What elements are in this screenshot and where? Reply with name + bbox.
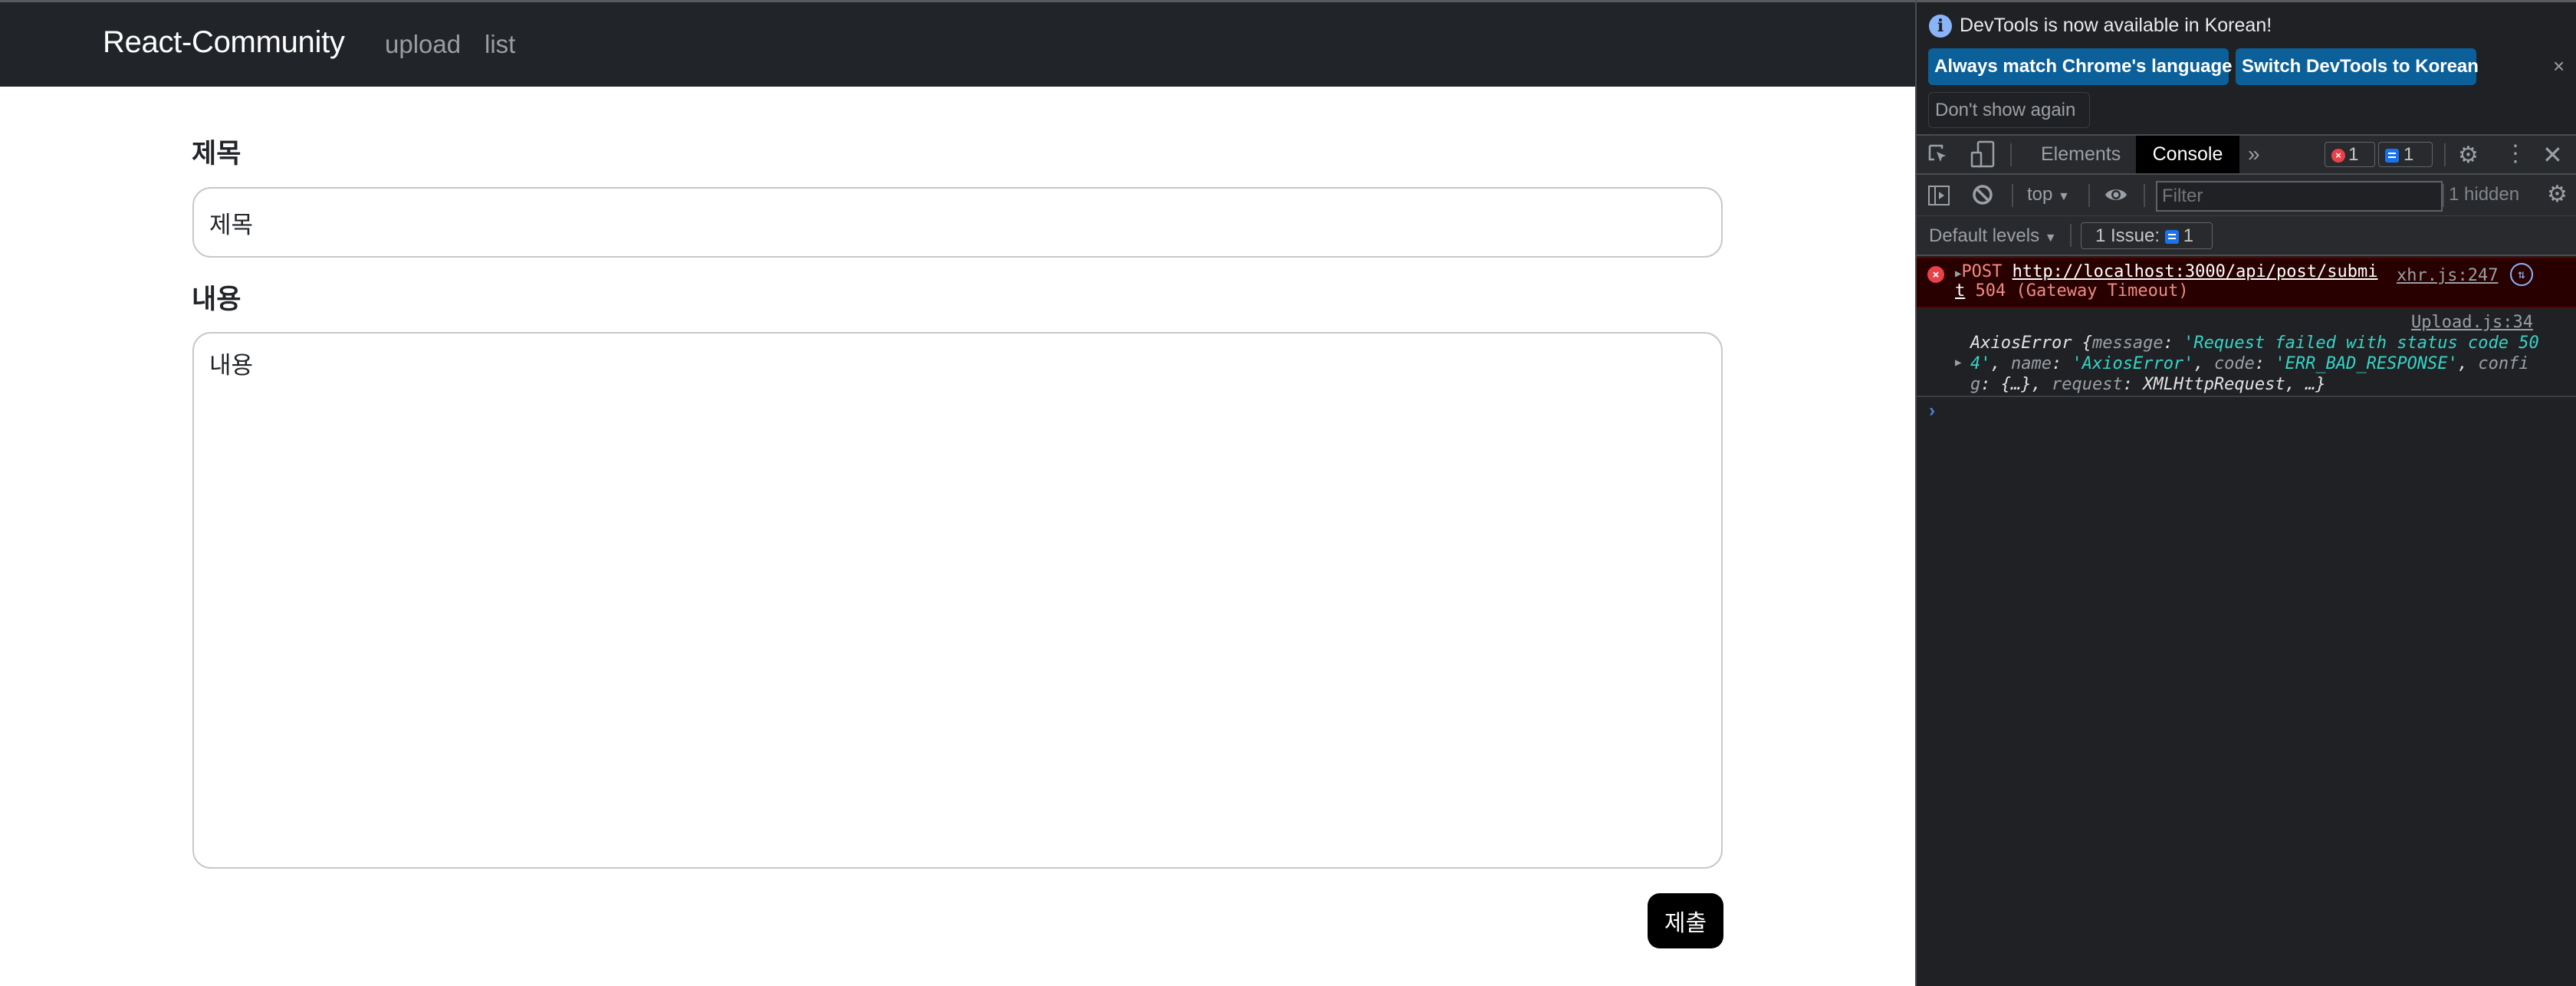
error-status: 504 (Gateway Timeout) — [1975, 281, 2189, 301]
info-icon: i — [1929, 15, 1952, 38]
error-count-badge[interactable]: × 1 — [2325, 142, 2375, 167]
prop-value: 'Request failed with status code 50 — [2183, 334, 2539, 353]
prop-value: 4' — [1970, 354, 1991, 373]
settings-gear-icon[interactable]: ⚙ — [2458, 142, 2479, 169]
log-line-1: AxiosError {message: 'Request failed wit… — [1970, 334, 2539, 353]
title-input[interactable] — [192, 187, 1723, 258]
log-line-2: 4', name: 'AxiosError', code: 'ERR_BAD_R… — [1970, 354, 2529, 373]
close-icon[interactable]: × — [2553, 54, 2564, 78]
console-toolbar: top ▼ 1 hidden ⚙ — [1917, 175, 2576, 216]
toolbar-divider — [2010, 143, 2012, 166]
more-tabs-icon[interactable]: » — [2248, 142, 2260, 166]
prop-key: code — [2213, 354, 2255, 373]
tab-console[interactable]: Console — [2136, 136, 2239, 173]
close-devtools-icon[interactable]: ✕ — [2542, 140, 2563, 169]
inspect-element-icon[interactable] — [1927, 143, 1950, 166]
message-count: 1 — [2404, 144, 2414, 165]
live-expression-eye-icon[interactable] — [2104, 186, 2128, 204]
devtools-tab-bar: Elements Console » × 1 1 ⚙ ⋮ ✕ — [1917, 134, 2576, 175]
dont-show-again-button[interactable]: Don't show again — [1928, 92, 2090, 128]
prop-value: 'ERR_BAD_RESPONSE' — [2275, 354, 2458, 373]
prop-value: XMLHttpRequest — [2143, 375, 2285, 394]
filter-input[interactable] — [2156, 181, 2443, 212]
prop-value: {…} — [2000, 375, 2032, 394]
navbar-brand[interactable]: React-Community — [103, 25, 345, 60]
expand-triangle-icon[interactable]: ▶ — [1955, 357, 1961, 369]
issue-icon — [2164, 229, 2179, 244]
nav-link-list[interactable]: list — [485, 30, 515, 59]
content-label: 내용 — [192, 284, 242, 314]
message-icon — [2385, 148, 2399, 163]
tab-elements[interactable]: Elements — [2024, 136, 2137, 173]
device-toolbar-icon[interactable] — [1970, 140, 1995, 169]
prop-key: g — [1970, 375, 1981, 394]
http-method: POST — [1961, 262, 2003, 281]
request-url-link[interactable]: http://localhost:3000/api/post/submi — [2013, 262, 2378, 281]
prop-key: request — [2052, 375, 2123, 394]
dropdown-arrow-icon: ▼ — [2044, 232, 2057, 245]
toolbar-divider — [2088, 184, 2090, 207]
error-icon: × — [2331, 148, 2345, 163]
switch-to-korean-button[interactable]: Switch DevTools to Korean — [2236, 48, 2479, 85]
log-line-3: g: {…}, request: XMLHttpRequest, …} — [1970, 375, 2326, 394]
toolbar-divider — [2012, 184, 2013, 207]
network-request-icon[interactable]: ⇅ — [2510, 263, 2533, 286]
dropdown-arrow-icon: ▼ — [2058, 190, 2070, 203]
issues-button[interactable]: 1 Issue: 1 — [2081, 222, 2213, 249]
context-value: top — [2027, 184, 2053, 205]
issues-count: 1 — [2183, 225, 2194, 246]
prop-key: name — [2011, 354, 2052, 373]
clear-console-icon[interactable] — [1972, 184, 1993, 205]
context-selector[interactable]: top ▼ — [2027, 184, 2070, 205]
console-levels-bar: Default levels ▼ 1 Issue: 1 — [1917, 216, 2576, 256]
error-icon: × — [1927, 266, 1944, 283]
request-url-link-continued[interactable]: t — [1955, 281, 1965, 301]
prop-key: message — [2091, 334, 2164, 353]
console-settings-gear-icon[interactable]: ⚙ — [2547, 181, 2568, 208]
console-prompt-icon[interactable]: › — [1929, 400, 1935, 422]
message-count-badge[interactable]: 1 — [2378, 142, 2433, 167]
navbar: React-Community upload list — [0, 2, 1915, 87]
error-count: 1 — [2348, 144, 2359, 165]
object-ellipsis: …} — [2305, 375, 2326, 394]
toolbar-divider — [2443, 184, 2444, 207]
prop-key: confi — [2478, 354, 2529, 373]
toolbar-divider — [2144, 184, 2145, 207]
nav-link-upload[interactable]: upload — [385, 30, 461, 59]
title-label: 제목 — [192, 139, 242, 169]
language-banner: i DevTools is now available in Korean! A… — [1917, 2, 2576, 134]
prop-value: 'AxiosError' — [2072, 354, 2194, 373]
source-link-xhr[interactable]: xhr.js:247 — [2397, 266, 2498, 285]
toolbar-divider — [2444, 143, 2446, 166]
devtools-panel: i DevTools is now available in Korean! A… — [1915, 0, 2576, 986]
log-levels-dropdown[interactable]: Default levels ▼ — [1929, 225, 2057, 247]
object-name: AxiosError — [1970, 334, 2072, 353]
toolbar-divider — [2070, 224, 2072, 247]
banner-message: DevTools is now available in Korean! — [1960, 15, 2272, 36]
error-line-continued: t 504 (Gateway Timeout) — [1955, 281, 2189, 301]
console-log-message: Upload.js:34 AxiosError {message: 'Reque… — [1917, 308, 2576, 397]
source-link-upload[interactable]: Upload.js:34 — [2411, 313, 2533, 332]
sidebar-toggle-icon[interactable] — [1927, 184, 1950, 207]
more-options-icon[interactable]: ⋮ — [2504, 140, 2527, 167]
issues-label: 1 Issue: — [2095, 225, 2160, 246]
log-levels-label: Default levels — [1929, 225, 2040, 246]
submit-button[interactable]: 제출 — [1648, 893, 1723, 948]
always-match-language-button[interactable]: Always match Chrome's language — [1928, 48, 2233, 85]
content-textarea[interactable]: 내용 — [192, 332, 1723, 869]
hidden-count: 1 hidden — [2449, 184, 2520, 205]
console-error-message: × ▶POST http://localhost:3000/api/post/s… — [1917, 257, 2576, 308]
